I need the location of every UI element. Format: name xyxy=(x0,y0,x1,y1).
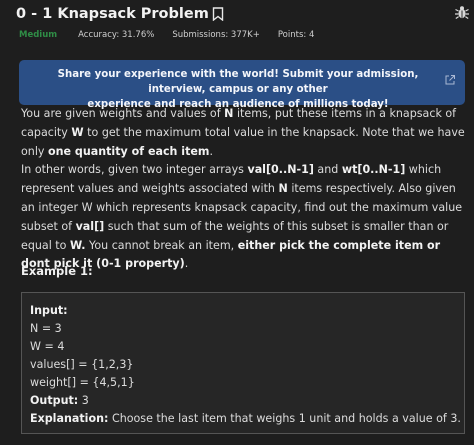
example-output-line: Output: 3 xyxy=(30,394,89,407)
problem-header: 0 - 1 Knapsack Problem xyxy=(16,2,462,26)
example-n-line: N = 3 xyxy=(30,322,62,335)
example-input-label: Input: xyxy=(30,304,68,317)
example-heading: Example 1: xyxy=(21,264,93,278)
submissions-stat: Submissions: 377K+ xyxy=(172,30,260,40)
difficulty-badge: Medium xyxy=(19,30,58,40)
problem-meta: Medium Accuracy: 31.76% Submissions: 377… xyxy=(19,27,332,43)
accuracy-stat: Accuracy: 31.76% xyxy=(78,30,155,40)
example-explanation-line: Explanation: Choose the last item that w… xyxy=(30,412,461,425)
problem-description: You are given weights and values of N it… xyxy=(21,105,467,274)
external-link-icon[interactable] xyxy=(444,74,456,86)
example-w-line: W = 4 xyxy=(30,340,65,353)
bug-icon[interactable] xyxy=(454,4,470,20)
example-weight-line: weight[] = {4,5,1} xyxy=(30,376,135,389)
banner-line-1: Share your experience with the world! Su… xyxy=(57,69,419,95)
points-stat: Points: 4 xyxy=(277,30,315,40)
problem-title: 0 - 1 Knapsack Problem xyxy=(16,6,209,22)
example-box: Input: N = 3 W = 4 values[] = {1,2,3} we… xyxy=(21,292,465,434)
example-values-line: values[] = {1,2,3} xyxy=(30,358,134,371)
share-experience-banner[interactable]: Share your experience with the world! Su… xyxy=(19,60,465,110)
description-paragraph-1: You are given weights and values of N it… xyxy=(21,107,465,158)
description-paragraph-2: In other words, given two integer arrays… xyxy=(21,163,463,271)
bookmark-icon[interactable] xyxy=(212,7,224,21)
